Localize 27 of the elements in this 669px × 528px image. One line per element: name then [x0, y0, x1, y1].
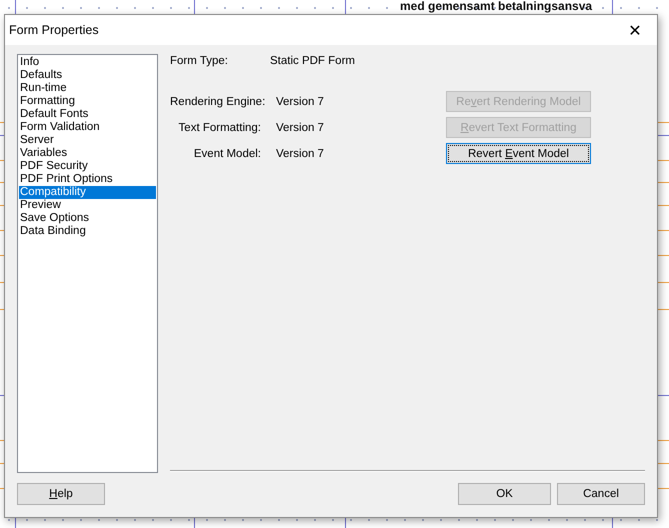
- form-type-value: Static PDF Form: [270, 55, 355, 69]
- list-item[interactable]: Preview: [19, 199, 156, 212]
- ok-button[interactable]: OK: [458, 483, 551, 505]
- list-item[interactable]: Form Validation: [19, 121, 156, 134]
- list-item[interactable]: Defaults: [19, 69, 156, 82]
- setting-label: Text Formatting:: [178, 122, 261, 134]
- form-type-label: Form Type:: [170, 55, 229, 69]
- list-item[interactable]: Save Options: [19, 212, 156, 225]
- list-item[interactable]: Run-time: [19, 82, 156, 95]
- document-heading: med gemensamt betalningsansva: [400, 0, 592, 13]
- setting-value: Version 7: [275, 148, 325, 160]
- list-item[interactable]: Compatibility: [19, 186, 156, 199]
- close-button[interactable]: ✕: [613, 15, 657, 45]
- setting-label: Event Model:: [192, 148, 261, 160]
- cancel-button[interactable]: Cancel: [557, 483, 645, 505]
- list-item[interactable]: Info: [19, 56, 156, 69]
- setting-value: Version 7: [275, 122, 325, 134]
- list-item[interactable]: Variables: [19, 147, 156, 160]
- revert-button[interactable]: Revert Event Model: [446, 143, 591, 164]
- list-item[interactable]: Server: [19, 134, 156, 147]
- help-button[interactable]: Help: [17, 483, 105, 505]
- list-item[interactable]: Formatting: [19, 95, 156, 108]
- window-title: Form Properties: [9, 23, 99, 37]
- list-item[interactable]: Data Binding: [19, 225, 156, 238]
- list-item[interactable]: PDF Security: [19, 160, 156, 173]
- list-item[interactable]: Default Fonts: [19, 108, 156, 121]
- list-item[interactable]: PDF Print Options: [19, 173, 156, 186]
